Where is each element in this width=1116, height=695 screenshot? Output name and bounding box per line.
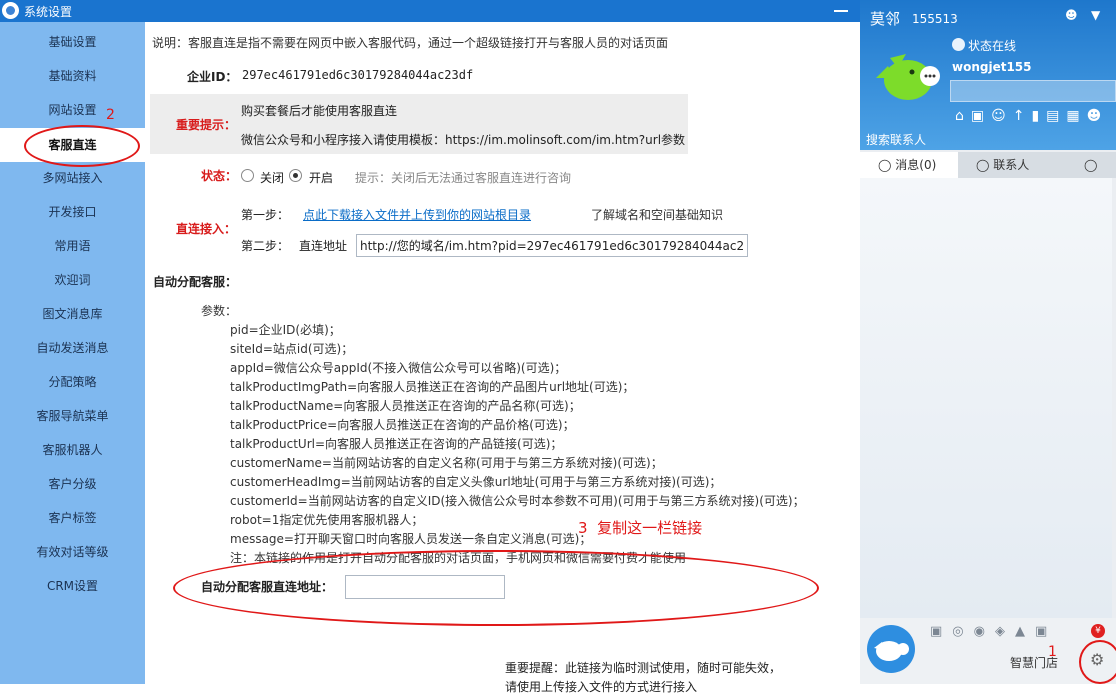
search-contacts[interactable]: 搜索联系人 bbox=[866, 131, 926, 148]
tab-groups[interactable]: ◯ bbox=[1084, 152, 1116, 178]
param-line: siteId=站点id(可选)； bbox=[230, 342, 354, 356]
annotation-number-3-value: 3 bbox=[578, 519, 588, 537]
im-bottom-bar: ▣◎◉◈▲▣ ¥ 智慧门店 ⚙ bbox=[860, 618, 1116, 684]
param-line: talkProductPrice=向客服人员推送正在咨询的产品价格(可选)； bbox=[230, 418, 575, 432]
param-line: customerId=当前网站访客的自定义ID(接入微信公众号时本参数不可用)(… bbox=[230, 494, 805, 508]
status-off-label: 关闭 bbox=[260, 171, 285, 185]
im-account: wongjet155 bbox=[952, 60, 1032, 74]
sidebar-item-welcome[interactable]: 欢迎词 bbox=[0, 263, 145, 297]
app-logo-icon bbox=[2, 2, 19, 19]
im-header: 莫邻 155513 ☻ ▼ 状态在线 wongjet155 ⌂▣☺↑▮▤▦☻ 搜… bbox=[860, 0, 1116, 150]
reminder-line-1: 重要提醒：此链接为临时测试使用，随时可能失效， bbox=[505, 661, 782, 675]
status-dropdown-icon[interactable] bbox=[952, 38, 965, 51]
im-status[interactable]: 状态在线 bbox=[968, 37, 1016, 54]
param-line: customerHeadImg=当前网站访客的自定义头像url地址(可用于与第三… bbox=[230, 475, 722, 489]
direct-addr-label: 直连地址 bbox=[299, 239, 348, 253]
status-on-radio[interactable] bbox=[289, 169, 302, 182]
sidebar-item-media-library[interactable]: 图文消息库 bbox=[0, 297, 145, 331]
download-file-link[interactable]: 点此下载接入文件并上传到你的网站根目录 bbox=[303, 206, 531, 223]
status-label: 状态： bbox=[201, 169, 238, 183]
im-client-panel: 莫邻 155513 ☻ ▼ 状态在线 wongjet155 ⌂▣☺↑▮▤▦☻ 搜… bbox=[860, 0, 1116, 684]
app-logo-bird-icon[interactable] bbox=[866, 624, 916, 674]
sidebar: 基础设置 基础资料 网站设置 客服直连 多网站接入 开发接口 常用语 欢迎词 图… bbox=[0, 22, 145, 684]
sidebar-item-common-phrases[interactable]: 常用语 bbox=[0, 229, 145, 263]
auto-assign-label: 自动分配客服： bbox=[153, 275, 238, 289]
param-line: pid=企业ID(必填)； bbox=[230, 323, 341, 337]
param-line: talkProductName=向客服人员推送正在咨询的产品名称(可选)； bbox=[230, 399, 581, 413]
annotation-number-1: 1 bbox=[1048, 644, 1057, 660]
company-id-label: 企业ID： bbox=[187, 70, 238, 84]
step2-label: 第二步： bbox=[241, 239, 290, 253]
domain-info-link[interactable]: 了解域名和空间基础知识 bbox=[591, 206, 723, 223]
bottom-tool-icons[interactable]: ▣◎◉◈▲▣ bbox=[930, 624, 1057, 639]
chat-bubble-icon: ◯ bbox=[878, 158, 892, 172]
param-line: message=打开聊天窗口时向客服人员发送一条自定义消息(可选)； bbox=[230, 532, 592, 546]
param-line: talkProductImgPath=向客服人员推送正在咨询的产品图片url地址… bbox=[230, 380, 635, 394]
params-label: 参数： bbox=[201, 304, 238, 318]
skin-icon[interactable]: ☻ bbox=[1065, 8, 1078, 22]
sidebar-item-nav-menu[interactable]: 客服导航菜单 bbox=[0, 399, 145, 433]
title-bar: 系统设置 bbox=[0, 0, 860, 22]
sidebar-item-robot[interactable]: 客服机器人 bbox=[0, 433, 145, 467]
tab-messages[interactable]: ◯ 消息(0) bbox=[860, 152, 958, 178]
sidebar-item-dialog-level[interactable]: 有效对话等级 bbox=[0, 535, 145, 569]
sidebar-item-basic-settings[interactable]: 基础设置 bbox=[0, 25, 145, 59]
annotation-circle-settings bbox=[1079, 640, 1116, 684]
company-id-value: 297ec461791ed6c30179284044ac23df bbox=[242, 68, 474, 82]
sidebar-item-site-settings[interactable]: 网站设置 bbox=[0, 93, 145, 127]
annotation-text-3: 复制这一栏链接 bbox=[597, 519, 703, 537]
sidebar-item-dev-api[interactable]: 开发接口 bbox=[0, 195, 145, 229]
sidebar-item-auto-message[interactable]: 自动发送消息 bbox=[0, 331, 145, 365]
sidebar-item-basic-info[interactable]: 基础资料 bbox=[0, 59, 145, 93]
payment-icon[interactable]: ¥ bbox=[1091, 624, 1105, 638]
param-line: appId=微信公众号appId(不接入微信公众号可以省略)(可选)； bbox=[230, 361, 567, 375]
annotation-circle-sidebar bbox=[24, 125, 140, 167]
im-user-name: 莫邻 bbox=[870, 10, 901, 28]
group-icon: ◯ bbox=[1084, 158, 1098, 172]
person-icon: ◯ bbox=[976, 158, 990, 172]
im-avatar-bird-icon[interactable] bbox=[872, 48, 944, 108]
tab-contacts[interactable]: ◯ 联系人 bbox=[976, 152, 1066, 178]
step1-label: 第一步： bbox=[241, 208, 290, 222]
annotation-number-3: 3 复制这一栏链接 bbox=[578, 517, 702, 538]
message-list bbox=[860, 178, 1112, 618]
direct-addr-input[interactable] bbox=[356, 234, 748, 257]
im-signature-input[interactable] bbox=[950, 80, 1116, 102]
status-off-radio[interactable] bbox=[241, 169, 254, 182]
status-hint: 提示：关闭后无法通过客服直连进行咨询 bbox=[355, 171, 572, 185]
im-user-number: 155513 bbox=[912, 12, 958, 26]
im-toolbar-icons[interactable]: ⌂▣☺↑▮▤▦☻ bbox=[955, 108, 1108, 124]
notice-line-2: 微信公众号和小程序接入请使用模板：https://im.molinsoft.co… bbox=[241, 133, 686, 147]
reminder-line-2: 请使用上传接入文件的方式进行接入 bbox=[505, 680, 698, 694]
sidebar-item-assign-policy[interactable]: 分配策略 bbox=[0, 365, 145, 399]
sidebar-item-crm[interactable]: CRM设置 bbox=[0, 569, 145, 603]
param-line: robot=1指定优先使用客服机器人； bbox=[230, 513, 424, 527]
sidebar-item-customer-tags[interactable]: 客户标签 bbox=[0, 501, 145, 535]
param-line: customerName=当前网站访客的自定义名称(可用于与第三方系统对接)(可… bbox=[230, 456, 663, 470]
notice-line-1: 购买套餐后才能使用客服直连 bbox=[241, 104, 398, 118]
param-line: talkProductUrl=向客服人员推送正在咨询的产品链接(可选)； bbox=[230, 437, 563, 451]
notice-label: 重要提示： bbox=[176, 118, 237, 132]
sidebar-item-customer-level[interactable]: 客户分级 bbox=[0, 467, 145, 501]
im-tab-bar: ◯ 消息(0) ◯ 联系人 ◯ bbox=[860, 152, 1116, 178]
annotation-number-2: 2 bbox=[106, 107, 115, 123]
annotation-ellipse-address bbox=[173, 550, 819, 626]
window-title: 系统设置 bbox=[24, 5, 73, 19]
minimize-button[interactable] bbox=[834, 0, 848, 12]
description-text: 说明：客服直连是指不需要在网页中嵌入客服代码，通过一个超级链接打开与客服人员的对… bbox=[152, 36, 669, 50]
direct-access-label: 直连接入： bbox=[176, 222, 237, 236]
shirt-icon[interactable]: ▼ bbox=[1091, 8, 1100, 22]
status-on-label: 开启 bbox=[309, 171, 334, 185]
